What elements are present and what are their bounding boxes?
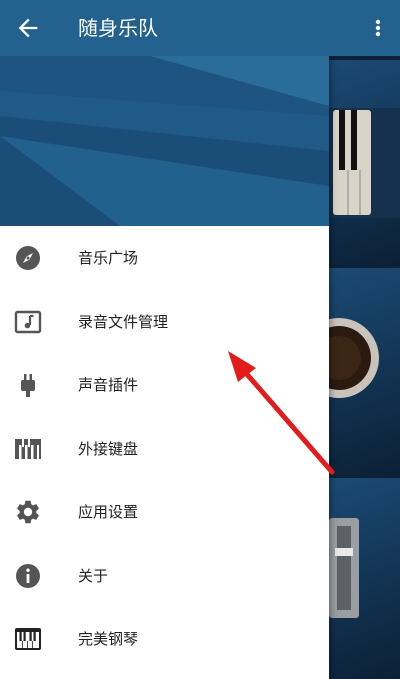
drawer-header-background — [0, 56, 329, 226]
compass-icon — [16, 246, 40, 270]
drawer-header — [0, 56, 329, 226]
drum-instrument-tile[interactable] — [329, 268, 400, 475]
page-title: 随身乐队 — [78, 16, 158, 40]
more-vert-icon[interactable] — [370, 14, 386, 42]
menu-item-label: 关于 — [78, 566, 109, 585]
piano-icon — [15, 628, 41, 650]
menu-item-about[interactable]: 关于 — [0, 544, 329, 608]
drum-image — [329, 318, 379, 398]
info-icon — [16, 563, 40, 588]
menu-item-app-settings[interactable]: 应用设置 — [0, 480, 329, 544]
menu-item-label: 录音文件管理 — [78, 312, 169, 331]
navigation-drawer: 音乐广场 录音文件管理 声音插件 外接键盘 应用设置 关于 完美钢琴 — [0, 56, 329, 679]
app-bar: 随身乐队 — [0, 0, 400, 56]
menu-item-sound-plugins[interactable]: 声音插件 — [0, 353, 329, 417]
menu-item-label: 完美钢琴 — [78, 630, 139, 648]
menu-item-label: 声音插件 — [78, 376, 139, 394]
piano-keys-image — [329, 108, 400, 218]
menu-item-label: 应用设置 — [78, 503, 139, 521]
menu-item-perfect-piano[interactable]: 完美钢琴 — [0, 607, 329, 671]
menu-item-recording-files[interactable]: 录音文件管理 — [0, 290, 329, 354]
mixer-instrument-tile[interactable] — [329, 478, 400, 679]
keyboard-icon — [15, 438, 41, 459]
menu-item-music-plaza[interactable]: 音乐广场 — [0, 226, 329, 290]
gear-icon — [17, 500, 39, 524]
menu-item-label: 外接键盘 — [78, 439, 139, 458]
menu-item-external-keyboard[interactable]: 外接键盘 — [0, 417, 329, 481]
mixer-image — [329, 518, 359, 618]
arrow-left-icon[interactable] — [14, 14, 42, 42]
music-note-file-icon — [14, 310, 42, 333]
menu-item-label: 音乐广场 — [78, 249, 139, 267]
drawer-menu: 音乐广场 录音文件管理 声音插件 外接键盘 应用设置 关于 完美钢琴 — [0, 226, 329, 671]
piano-instrument-tile[interactable] — [329, 60, 400, 265]
plug-icon — [21, 374, 35, 397]
